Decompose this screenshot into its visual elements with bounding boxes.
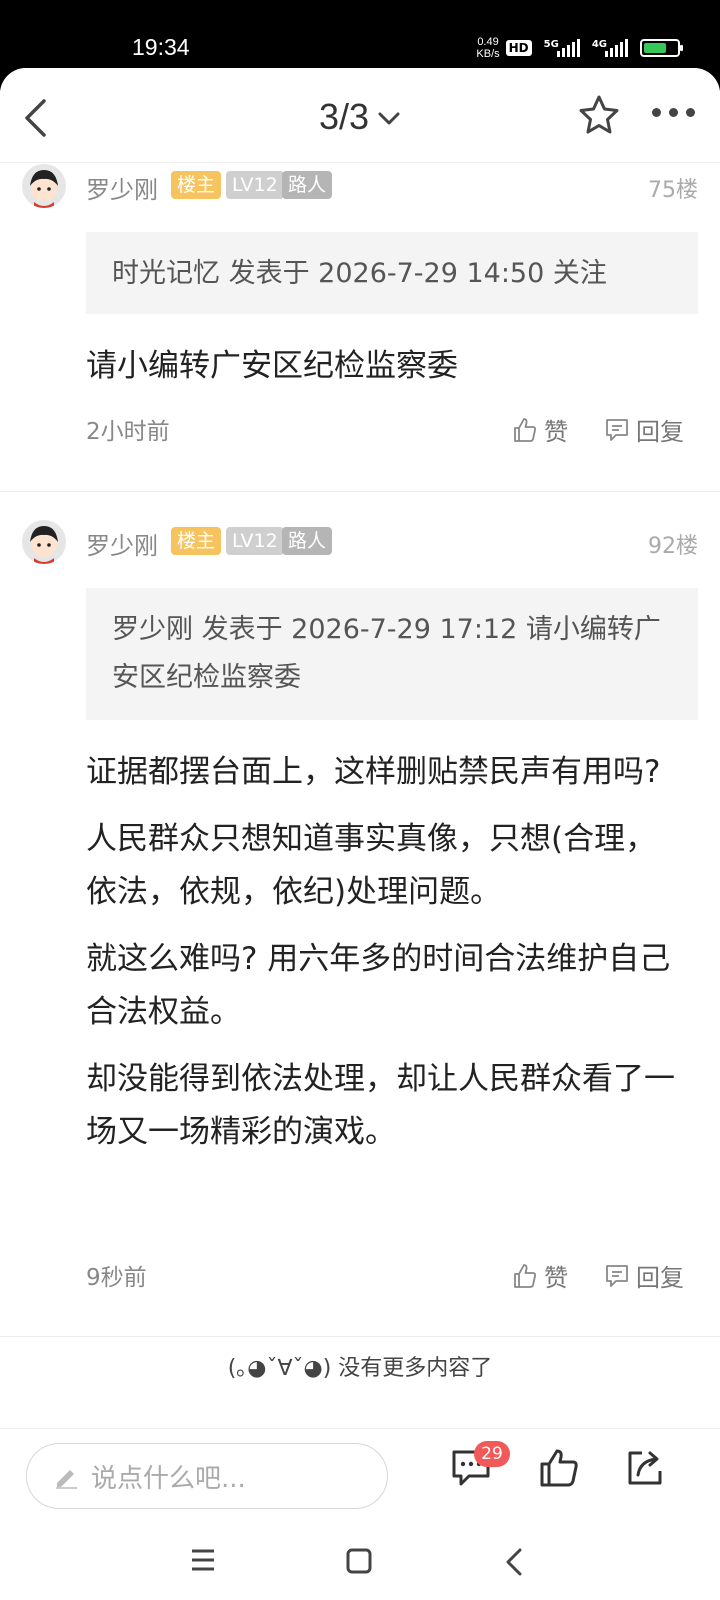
role-badge: 路人 — [282, 171, 333, 199]
signal-4g-icon: 4G — [592, 39, 628, 57]
hd-voice-icon: HD — [505, 40, 532, 56]
home-icon[interactable] — [346, 1548, 372, 1574]
status-bar: 19:34 0.49 KB/s HD 5G 4G — [0, 0, 720, 68]
share-icon[interactable] — [624, 1447, 666, 1489]
divider — [0, 491, 720, 492]
floor-number: 75楼 — [648, 178, 698, 203]
comment-input[interactable]: 说点什么吧... — [26, 1443, 388, 1509]
no-more-content-note: (｡◕ˇ∀ˇ◕) 没有更多内容了 — [227, 1356, 493, 1381]
back-icon[interactable] — [504, 1548, 524, 1576]
chevron-down-icon — [378, 112, 400, 125]
more-dots-icon[interactable] — [652, 108, 695, 117]
page-indicator: 3/3 — [318, 96, 370, 137]
battery-icon — [640, 39, 683, 57]
thumbs-up-icon[interactable] — [538, 1447, 580, 1489]
avatar-icon — [30, 526, 58, 564]
role-badge: 路人 — [282, 527, 333, 555]
avatar-icon — [30, 170, 58, 208]
level-badge: LV12 — [226, 527, 284, 555]
floor-number: 92楼 — [648, 534, 698, 559]
menu-icon[interactable] — [190, 1548, 216, 1572]
host-badge: 楼主 — [171, 171, 222, 199]
quoted-reply[interactable]: 时光记忆 发表于 2026-7-29 14:50 关注 — [86, 232, 698, 314]
comment-content: 请小编转广安区纪检监察委 — [86, 348, 458, 384]
status-time: 19:34 — [132, 34, 190, 60]
star-icon[interactable] — [578, 94, 620, 136]
comment-input-placeholder: 说点什么吧... — [91, 1463, 246, 1494]
network-speed: 0.49 KB/s — [476, 36, 500, 60]
timestamp: 9秒前 — [86, 1265, 147, 1291]
host-badge: 楼主 — [171, 527, 222, 555]
thumbs-up-icon — [514, 417, 536, 442]
username[interactable]: 罗少刚 — [86, 170, 158, 205]
comment-icon — [606, 1264, 628, 1287]
like-button[interactable]: 赞 — [512, 1258, 568, 1293]
quoted-reply[interactable]: 罗少刚 发表于 2026-7-29 17:12 请小编转广安区纪检监察委 — [86, 588, 698, 720]
like-button[interactable]: 赞 — [512, 412, 568, 447]
timestamp: 2小时前 — [86, 419, 170, 445]
top-nav: 3/3 — [0, 68, 720, 163]
comment-count-badge: 29 — [474, 1441, 510, 1467]
level-badge: LV12 — [226, 171, 284, 199]
username[interactable]: 罗少刚 — [86, 526, 158, 561]
comment-icon — [606, 418, 628, 441]
system-nav-bar — [0, 1520, 720, 1600]
signal-5g-icon: 5G — [544, 39, 580, 57]
reply-button[interactable]: 回复 — [604, 1258, 684, 1293]
divider — [0, 1336, 720, 1337]
avatar[interactable] — [22, 164, 66, 208]
thumbs-up-icon — [514, 1263, 536, 1288]
comment-content: 证据都摆台面上，这样删贴禁民声有用吗? 人民群众只想知道事实真像，只想(合理，依… — [86, 754, 675, 1150]
pencil-icon — [56, 1470, 77, 1489]
bottom-action-bar: 说点什么吧... 29 — [0, 1428, 720, 1520]
status-icons: 0.49 KB/s HD 5G 4G — [476, 36, 683, 60]
app-screen: 3/3 罗少刚 楼主 LV12 路人 75楼 时光记忆 发表于 2026-7-2… — [0, 68, 720, 1600]
reply-button[interactable]: 回复 — [604, 412, 684, 447]
avatar[interactable] — [22, 520, 66, 564]
